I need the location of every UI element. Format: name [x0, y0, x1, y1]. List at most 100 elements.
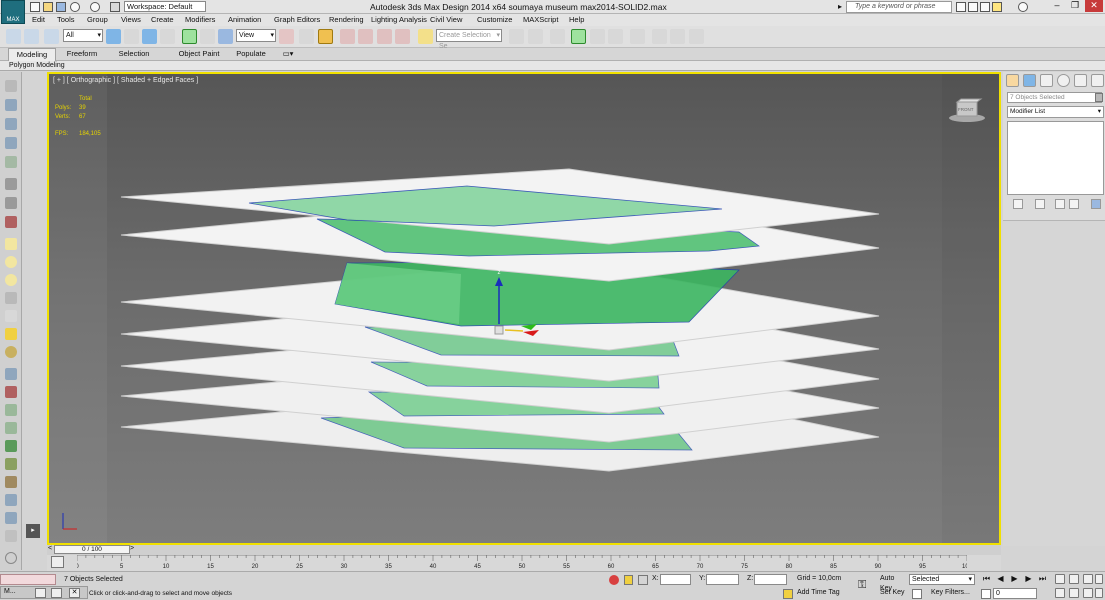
slider-prev-icon[interactable]: < [48, 545, 52, 552]
menu-civil-view[interactable]: Civil View [430, 15, 462, 25]
ribbon-tab-object-paint[interactable]: Object Paint [168, 48, 230, 61]
zoom-extents-icon[interactable] [1083, 574, 1093, 584]
mini-curve-editor-icon[interactable] [51, 556, 64, 568]
zoom-icon[interactable] [1055, 574, 1065, 584]
ribbon-panel-label[interactable]: Polygon Modeling [9, 61, 65, 70]
tool-2-icon[interactable] [5, 99, 17, 111]
y-coord-field[interactable] [706, 574, 739, 585]
favorites-icon[interactable] [992, 2, 1002, 12]
maxscript-close-icon[interactable]: ✕ [69, 588, 80, 598]
tool-19-icon[interactable] [5, 422, 17, 434]
render-teapot-icon[interactable] [689, 29, 704, 44]
align-icon[interactable] [528, 29, 543, 44]
object-name-field[interactable]: 7 Objects Selected [1007, 92, 1102, 103]
bind-spacewarp-icon[interactable] [44, 29, 59, 44]
pin-stack-icon[interactable] [1013, 199, 1023, 209]
viewport[interactable]: z [ + ] [ Orthographic ] [ Shaded + Edge… [47, 72, 1001, 545]
menu-customize[interactable]: Customize [477, 15, 512, 25]
tool-22-icon[interactable] [5, 476, 17, 488]
auto-key-button[interactable]: Auto Key [880, 574, 908, 592]
restore-button[interactable]: ❐ [1066, 0, 1084, 12]
orbit-icon[interactable] [1083, 588, 1093, 598]
default-tangent-icon[interactable] [912, 589, 922, 599]
project-folder-icon[interactable] [110, 2, 120, 12]
ribbon-tab-selection[interactable]: Selection [112, 48, 156, 61]
redo-icon[interactable] [90, 2, 100, 12]
ribbon-tab-freeform[interactable]: Freeform [60, 48, 104, 61]
menu-maxscript[interactable]: MAXScript [523, 15, 558, 25]
current-frame-field[interactable]: 0 [993, 588, 1037, 599]
pan-icon[interactable] [1069, 588, 1079, 598]
show-end-result-icon[interactable] [1035, 199, 1045, 209]
reference-coordinate-dropdown[interactable]: View [236, 29, 276, 42]
expand-panel-icon[interactable]: ▸ [26, 524, 40, 538]
tool-5-icon[interactable] [5, 156, 17, 168]
open-file-icon[interactable] [43, 2, 53, 12]
utilities-tab-icon[interactable] [1091, 74, 1104, 87]
modifier-stack[interactable] [1007, 121, 1104, 195]
tool-3-icon[interactable] [5, 118, 17, 130]
rotate-icon[interactable] [200, 29, 215, 44]
menu-modifiers[interactable]: Modifiers [185, 15, 215, 25]
add-time-tag[interactable]: Add Time Tag [797, 589, 840, 596]
play-icon[interactable]: ▶ [1009, 574, 1020, 585]
remove-modifier-icon[interactable] [1069, 199, 1079, 209]
menu-lighting-analysis[interactable]: Lighting Analysis [371, 15, 427, 25]
app-menu-button[interactable]: MAX [1, 0, 25, 24]
prev-frame-icon[interactable]: ◀ [995, 574, 1006, 585]
light-icon[interactable] [5, 328, 17, 340]
scale-icon[interactable] [218, 29, 233, 44]
create-tab-icon[interactable] [1006, 74, 1019, 87]
maxscript-mini-listener[interactable]: M... ✕ [0, 586, 88, 599]
angle-snap-icon[interactable] [358, 29, 373, 44]
menu-graph-editors[interactable]: Graph Editors [274, 15, 320, 25]
tool-24-icon[interactable] [5, 512, 17, 524]
menu-edit[interactable]: Edit [32, 15, 45, 25]
tool-6-icon[interactable] [5, 178, 17, 190]
time-tag-icon[interactable] [783, 589, 793, 599]
maximize-viewport-icon[interactable] [1095, 588, 1103, 598]
cone-primitive-icon[interactable] [5, 310, 17, 322]
set-key-button[interactable]: Set Key [880, 588, 908, 599]
snaps-toggle-icon[interactable] [340, 29, 355, 44]
key-mode-dropdown[interactable]: Selected [909, 574, 975, 585]
menu-rendering[interactable]: Rendering [329, 15, 364, 25]
tool-21-icon[interactable] [5, 458, 17, 470]
box-primitive-icon[interactable] [5, 238, 17, 250]
pivot-center-icon[interactable] [279, 29, 294, 44]
search-icon[interactable] [956, 2, 966, 12]
menu-views[interactable]: Views [121, 15, 141, 25]
new-file-icon[interactable] [30, 2, 40, 12]
menu-animation[interactable]: Animation [228, 15, 261, 25]
scene-canvas[interactable]: z [49, 74, 999, 543]
absolute-mode-icon[interactable] [638, 575, 648, 585]
trackbar[interactable]: 0 5 10 15 20 25 30 35 40 45 50 55 60 65 70 75 80 85 90 95 10… [47, 555, 1001, 571]
help-icon[interactable] [1018, 2, 1028, 12]
select-object-icon[interactable] [106, 29, 121, 44]
key-mode-toggle-icon[interactable] [981, 589, 991, 599]
percent-snap-icon[interactable] [377, 29, 392, 44]
curve-editor-icon[interactable] [590, 29, 605, 44]
object-color-swatch[interactable] [1095, 93, 1103, 102]
z-coord-field[interactable] [754, 574, 787, 585]
time-slider-thumb[interactable]: 0 / 100 [54, 545, 130, 554]
undo-tool-icon[interactable] [6, 29, 21, 44]
tool-18-icon[interactable] [5, 404, 17, 416]
tool-16-icon[interactable] [5, 368, 17, 380]
ribbon-tab-populate[interactable]: Populate [232, 48, 270, 61]
select-link-icon[interactable] [24, 29, 39, 44]
save-icon[interactable] [56, 2, 66, 12]
display-tab-icon[interactable] [1074, 74, 1087, 87]
tool-4-icon[interactable] [5, 137, 17, 149]
close-button[interactable]: ✕ [1085, 0, 1103, 12]
selection-lock-icon[interactable] [624, 575, 633, 585]
rectangular-selection-icon[interactable] [142, 29, 157, 44]
isolate-selection-icon[interactable] [609, 575, 619, 585]
make-unique-icon[interactable] [1055, 199, 1065, 209]
named-selection-dropdown[interactable]: Create Selection Se [436, 29, 502, 50]
menu-create[interactable]: Create [151, 15, 174, 25]
select-manipulate-icon[interactable] [299, 29, 314, 44]
key-icon[interactable]: ⚿ [858, 579, 866, 592]
zoom-all-icon[interactable] [1069, 574, 1079, 584]
undo-icon[interactable] [70, 2, 80, 12]
